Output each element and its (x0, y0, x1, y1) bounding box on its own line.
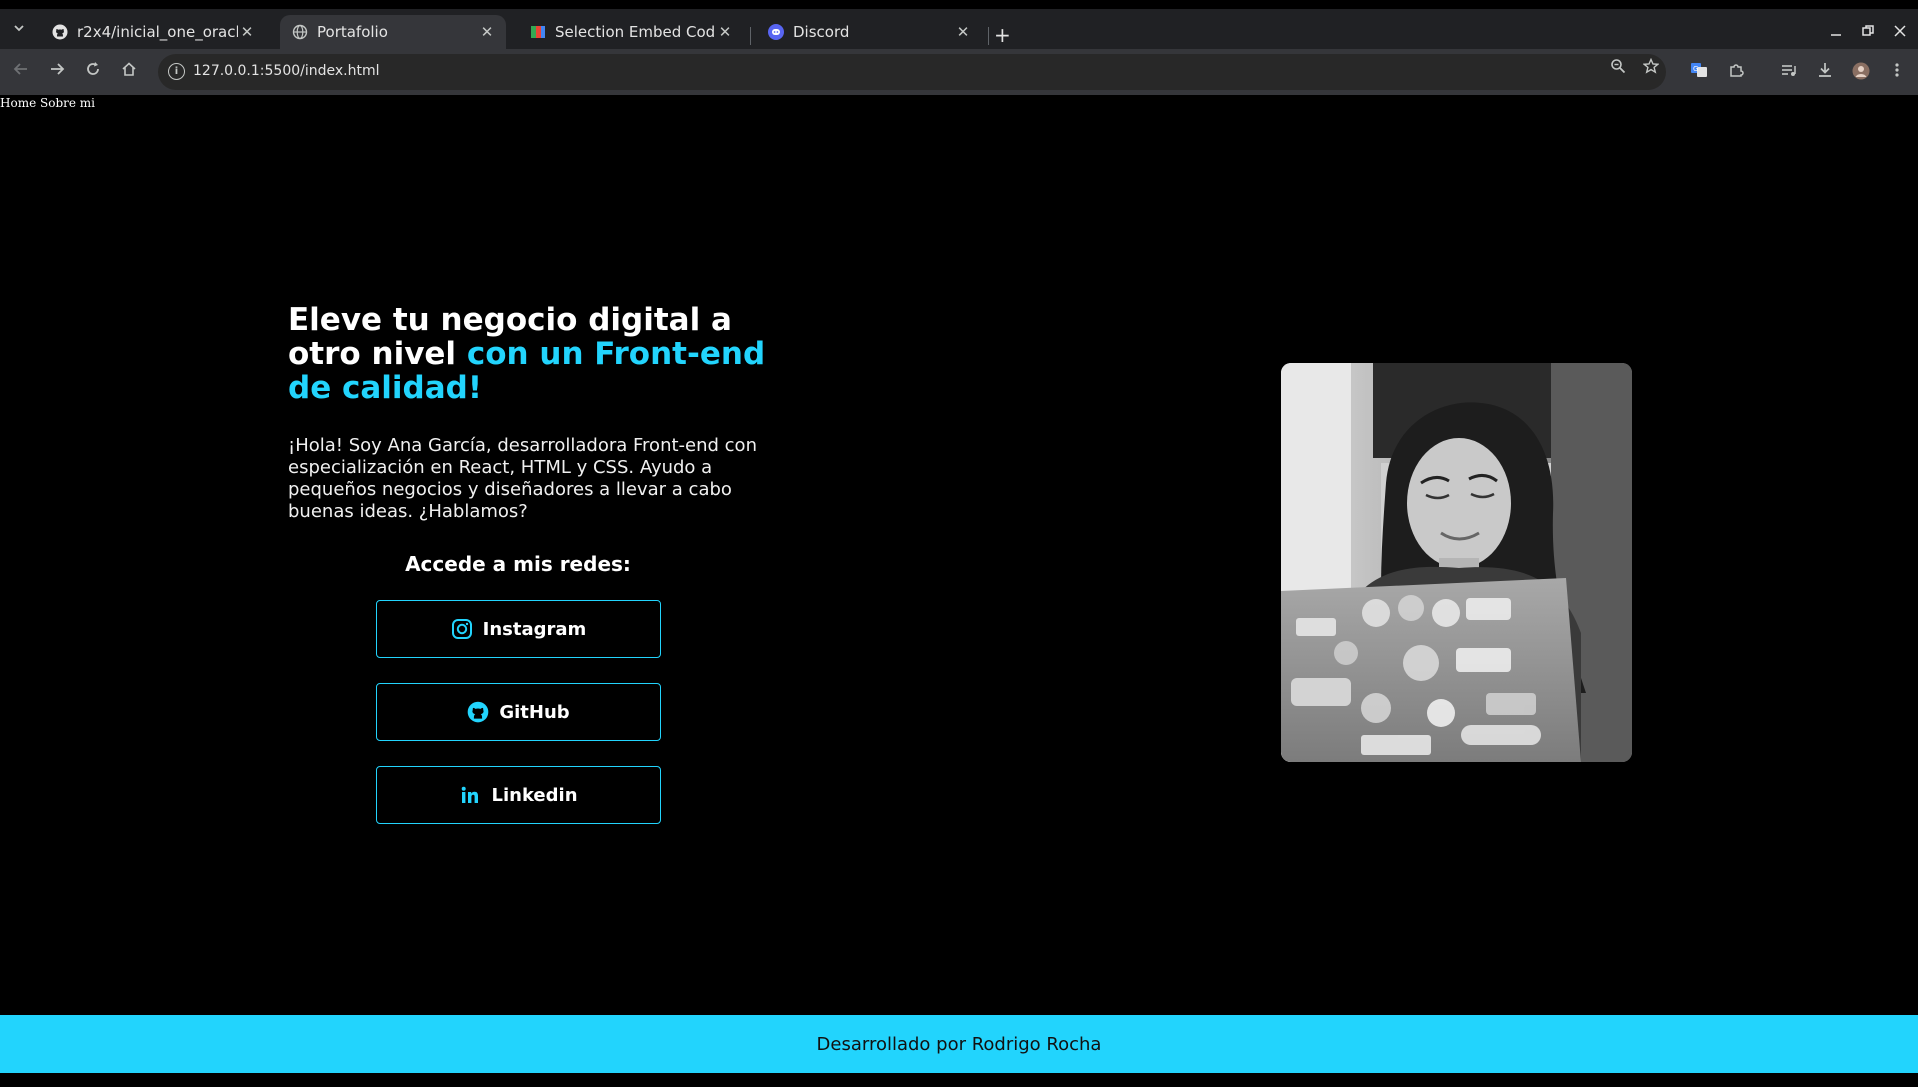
selection-icon (530, 24, 546, 40)
extensions-puzzle-icon[interactable] (1725, 62, 1747, 82)
linkedin-label: Linkedin (491, 784, 578, 806)
home-icon[interactable] (118, 61, 140, 82)
tab-close-icon[interactable]: ✕ (954, 23, 972, 41)
tab-selection-embed[interactable]: Selection Embed Code - ✕ (518, 15, 744, 49)
tab-discord[interactable]: Discord ✕ (756, 15, 982, 49)
url-text: 127.0.0.1:5500/index.html (193, 63, 380, 79)
window-close-icon[interactable] (1894, 25, 1906, 41)
portrait-photo (1281, 363, 1632, 762)
hero-title: Eleve tu negocio digital a otro nivel co… (288, 303, 788, 405)
instagram-label: Instagram (482, 618, 587, 640)
top-nav: Home Sobre mi (0, 96, 95, 110)
github-icon (52, 24, 68, 40)
footer-credit: Desarrollado por Rodrigo Rocha (816, 1033, 1102, 1055)
intro-paragraph: ¡Hola! Soy Ana García, desarrolladora Fr… (288, 435, 757, 522)
media-controls-icon[interactable] (1778, 62, 1800, 82)
page-viewport: Home Sobre mi Eleve tu negocio digital a… (0, 95, 1918, 1074)
tab-title: Portafolio (317, 23, 388, 41)
instagram-icon (451, 618, 473, 640)
svg-text:G: G (1693, 65, 1698, 73)
translate-icon[interactable]: G (1688, 62, 1710, 82)
github-label: GitHub (499, 701, 570, 723)
tab-portafolio[interactable]: Portafolio ✕ (280, 15, 506, 49)
footer: Desarrollado por Rodrigo Rocha (0, 1015, 1918, 1073)
new-tab-button[interactable]: + (994, 23, 1011, 47)
tab-close-icon[interactable]: ✕ (238, 23, 256, 41)
github-button[interactable]: GitHub (376, 683, 661, 741)
tab-title: r2x4/inicial_one_oracle_ (77, 23, 238, 41)
window-bottom-edge (0, 1074, 1918, 1087)
globe-icon (292, 24, 308, 40)
window-top-edge (0, 0, 1918, 9)
address-bar[interactable]: i 127.0.0.1:5500/index.html (158, 54, 1666, 90)
reload-icon[interactable] (82, 61, 104, 82)
minimize-icon[interactable] (1830, 25, 1842, 41)
browser-toolbar: i 127.0.0.1:5500/index.html G (0, 49, 1918, 95)
bookmark-star-icon[interactable] (1642, 57, 1660, 78)
nav-link-home[interactable]: Home (0, 96, 36, 110)
tab-github-repo[interactable]: r2x4/inicial_one_oracle_ ✕ (40, 15, 266, 49)
restore-icon[interactable] (1862, 25, 1874, 41)
github-icon (467, 701, 489, 723)
zoom-icon[interactable] (1610, 58, 1626, 78)
nav-link-about[interactable]: Sobre mi (40, 96, 95, 110)
kebab-menu-icon[interactable] (1886, 62, 1908, 82)
profile-avatar-icon[interactable] (1850, 62, 1872, 84)
tab-bar: r2x4/inicial_one_oracle_ ✕ Portafolio ✕ … (0, 9, 1918, 49)
tab-close-icon[interactable]: ✕ (716, 23, 734, 41)
instagram-button[interactable]: Instagram (376, 600, 661, 658)
tab-close-icon[interactable]: ✕ (478, 23, 496, 41)
tab-title: Discord (793, 23, 850, 41)
discord-icon (768, 24, 784, 40)
tab-divider (750, 27, 751, 45)
site-info-icon[interactable]: i (168, 63, 185, 80)
download-icon[interactable] (1814, 62, 1836, 82)
social-heading: Accede a mis redes: (405, 552, 631, 576)
linkedin-icon (459, 784, 481, 806)
tab-title: Selection Embed Code - (555, 23, 716, 41)
tab-search-chevron-icon[interactable] (8, 17, 30, 39)
linkedin-button[interactable]: Linkedin (376, 766, 661, 824)
forward-arrow-icon[interactable] (46, 61, 68, 82)
tab-divider (988, 27, 989, 45)
back-arrow-icon[interactable] (10, 61, 32, 82)
